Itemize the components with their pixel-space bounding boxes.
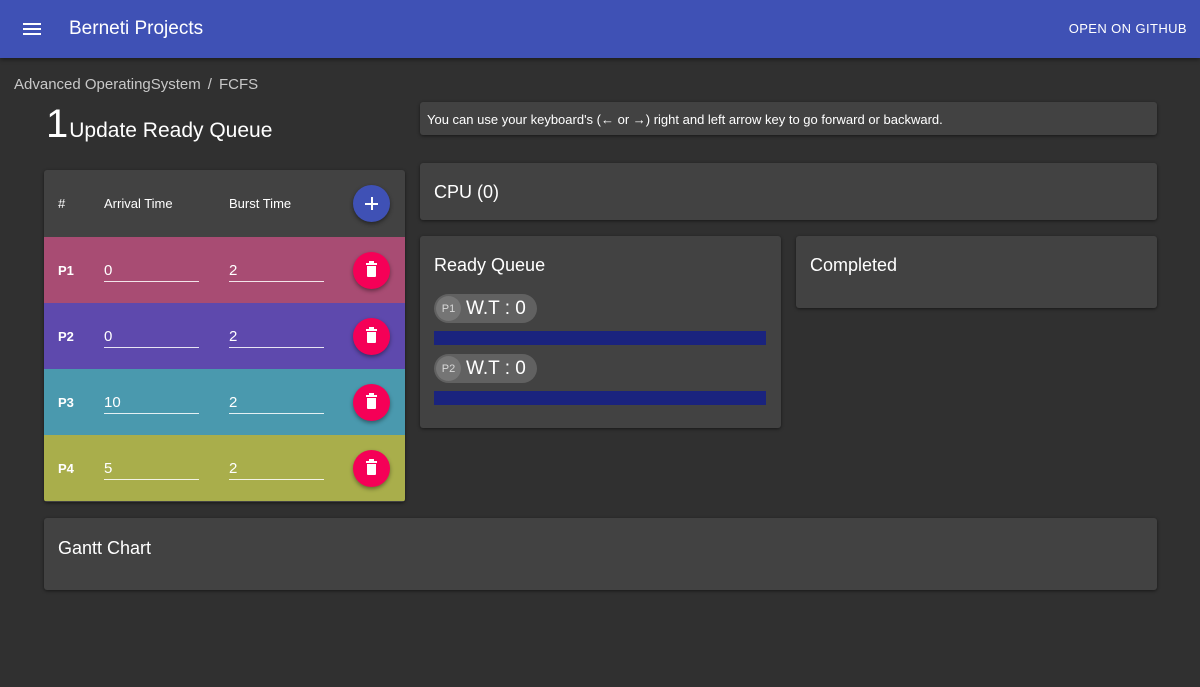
header-id: #: [58, 196, 66, 211]
trash-icon: [366, 327, 377, 344]
process-table: # Arrival Time Burst Time P1 P2 P3 P4: [44, 170, 405, 502]
process-name: P4: [58, 461, 74, 476]
header-burst-time: Burst Time: [229, 196, 292, 211]
waiting-time-label: W.T : 0: [466, 297, 526, 319]
open-on-github-button[interactable]: OPEN ON GITHUB: [1069, 21, 1187, 36]
arrival-time-input[interactable]: [104, 325, 199, 348]
process-table-header: # Arrival Time Burst Time: [44, 170, 405, 237]
step-title: 1Update Ready Queue: [46, 102, 272, 147]
menu-icon[interactable]: [14, 11, 50, 47]
add-process-button[interactable]: [353, 185, 390, 222]
process-row-p4: P4: [44, 435, 405, 501]
breadcrumb-item-fcfs: FCFS: [218, 76, 259, 93]
process-name: P1: [58, 263, 74, 278]
trash-icon: [366, 261, 377, 278]
process-name: P2: [58, 329, 74, 344]
ready-queue-chip: P2 W.T : 0: [434, 354, 537, 383]
gantt-chart-title: Gantt Chart: [58, 538, 152, 558]
step-number: 1: [46, 102, 69, 146]
process-avatar: P1: [436, 296, 461, 321]
arrival-time-input[interactable]: [104, 457, 199, 480]
arrival-time-input[interactable]: [104, 259, 199, 282]
breadcrumb: Advanced OperatingSystem / FCFS: [14, 76, 258, 93]
burst-time-input[interactable]: [229, 391, 324, 414]
process-row-p2: P2: [44, 303, 405, 369]
trash-icon: [366, 393, 377, 410]
waiting-time-bar: [434, 331, 766, 345]
burst-time-input[interactable]: [229, 457, 324, 480]
keyboard-hint-text: You can use your keyboard's (← or →) rig…: [427, 112, 943, 127]
cpu-title: CPU (0): [434, 182, 500, 202]
process-row-p1: P1: [44, 237, 405, 303]
delete-process-button[interactable]: [353, 252, 390, 289]
cpu-card: CPU (0): [420, 163, 1157, 220]
process-row-p3: P3: [44, 369, 405, 435]
delete-process-button[interactable]: [353, 450, 390, 487]
breadcrumb-separator: /: [207, 76, 212, 93]
app-title: Berneti Projects: [69, 18, 204, 39]
header-arrival-time: Arrival Time: [104, 196, 173, 211]
process-avatar: P2: [436, 356, 461, 381]
arrival-time-input[interactable]: [104, 391, 199, 414]
completed-card: Completed: [796, 236, 1157, 308]
trash-icon: [366, 459, 377, 476]
ready-queue-card: Ready Queue P1 W.T : 0 P2 W.T : 0: [420, 236, 781, 428]
step-heading: Update Ready Queue: [69, 119, 273, 142]
process-name: P3: [58, 395, 74, 410]
burst-time-input[interactable]: [229, 259, 324, 282]
breadcrumb-item-advanced-os[interactable]: Advanced OperatingSystem: [14, 76, 201, 93]
completed-title: Completed: [810, 255, 898, 275]
delete-process-button[interactable]: [353, 318, 390, 355]
waiting-time-bar: [434, 391, 766, 405]
app-bar: Berneti Projects OPEN ON GITHUB: [0, 0, 1200, 58]
ready-queue-title: Ready Queue: [434, 255, 546, 275]
keyboard-hint-card: You can use your keyboard's (← or →) rig…: [420, 102, 1157, 135]
waiting-time-label: W.T : 0: [466, 357, 526, 379]
delete-process-button[interactable]: [353, 384, 390, 421]
gantt-chart-card: Gantt Chart: [44, 518, 1157, 590]
ready-queue-chip: P1 W.T : 0: [434, 294, 537, 323]
burst-time-input[interactable]: [229, 325, 324, 348]
